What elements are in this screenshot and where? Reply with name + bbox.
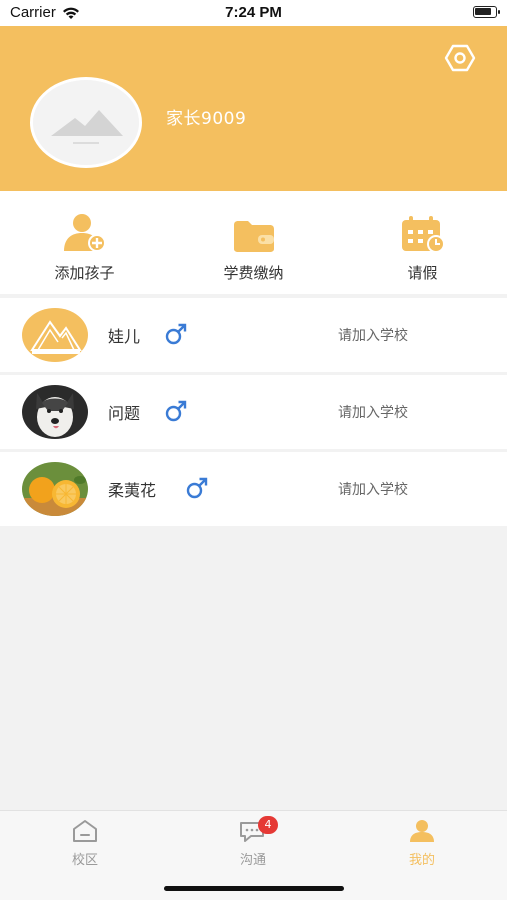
tab-campus-label: 校区 bbox=[71, 853, 98, 868]
join-school-link[interactable]: 请加入学校 bbox=[338, 325, 408, 345]
male-gender-icon bbox=[165, 400, 187, 422]
tab-mine-label: 我的 bbox=[408, 853, 435, 868]
username: 家长9009 bbox=[166, 109, 247, 129]
profile-header: 家长9009 bbox=[0, 26, 507, 191]
add-user-icon bbox=[63, 214, 106, 252]
tab-chat[interactable]: 4 沟通 bbox=[213, 816, 293, 868]
child-list: 娃儿 请加入学校 问题 请加入学校 柔荑花 请加入学校 bbox=[0, 298, 507, 529]
image-placeholder-icon bbox=[33, 80, 139, 165]
child-avatar bbox=[22, 308, 88, 362]
child-row[interactable]: 娃儿 请加入学校 bbox=[0, 298, 507, 372]
unread-badge: 4 bbox=[258, 816, 278, 834]
child-name: 娃儿 bbox=[108, 327, 141, 346]
status-bar: Carrier 7:24 PM bbox=[0, 0, 507, 26]
leave-request-label: 请假 bbox=[407, 264, 438, 282]
status-time: 7:24 PM bbox=[225, 4, 282, 21]
quick-actions: 添加孩子 学费缴纳 请假 bbox=[0, 191, 507, 294]
child-avatar bbox=[22, 462, 88, 516]
person-icon bbox=[410, 820, 434, 842]
wallet-icon bbox=[233, 221, 274, 252]
profile-avatar[interactable] bbox=[30, 77, 142, 168]
child-row[interactable]: 问题 请加入学校 bbox=[0, 375, 507, 449]
male-gender-icon bbox=[165, 323, 187, 345]
orange-photo-icon bbox=[22, 462, 88, 516]
male-gender-icon bbox=[186, 477, 208, 499]
add-child-label: 添加孩子 bbox=[54, 264, 115, 282]
child-name: 问题 bbox=[108, 404, 141, 423]
tab-chat-label: 沟通 bbox=[239, 853, 266, 868]
child-avatar bbox=[22, 385, 88, 439]
join-school-link[interactable]: 请加入学校 bbox=[338, 479, 408, 499]
leave-request-button[interactable]: 请假 bbox=[338, 191, 507, 294]
battery-icon bbox=[473, 6, 500, 18]
settings-button[interactable] bbox=[444, 42, 476, 74]
join-school-link[interactable]: 请加入学校 bbox=[338, 402, 408, 422]
home-indicator bbox=[164, 886, 344, 891]
child-name: 柔荑花 bbox=[108, 481, 157, 500]
tuition-payment-button[interactable]: 学费缴纳 bbox=[169, 191, 338, 294]
tab-campus[interactable]: 校区 bbox=[45, 819, 125, 868]
tuition-payment-label: 学费缴纳 bbox=[223, 264, 284, 282]
tab-mine[interactable]: 我的 bbox=[382, 819, 462, 868]
child-row[interactable]: 柔荑花 请加入学校 bbox=[0, 452, 507, 526]
mountain-logo-icon bbox=[22, 308, 88, 362]
home-icon bbox=[73, 820, 97, 842]
dog-photo-icon bbox=[22, 385, 88, 439]
calendar-icon bbox=[401, 216, 445, 253]
add-child-button[interactable]: 添加孩子 bbox=[0, 191, 169, 294]
settings-icon bbox=[444, 44, 476, 72]
